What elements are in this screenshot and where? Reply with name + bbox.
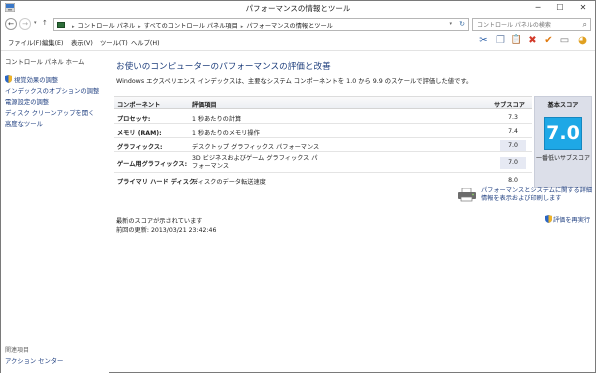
shield-icon <box>5 75 12 83</box>
last-update-text: 前回の更新: 2013/03/21 23:42:46 <box>116 227 217 234</box>
table-row: プライマリ ハード ディスク: ディスクのデータ転送速度 8.0 <box>114 174 532 187</box>
shield-icon <box>545 215 552 223</box>
paste-icon[interactable]: 📋 <box>510 34 523 47</box>
up-button[interactable]: ↑ <box>42 19 48 27</box>
maximize-button[interactable]: ☐ <box>549 1 571 15</box>
table-header: コンポーネント 評価項目 サブスコア <box>114 96 532 109</box>
component-name: グラフィックス: <box>117 144 163 151</box>
base-score-badge: 7.0 <box>544 117 582 150</box>
refresh-icon[interactable]: ↻ <box>459 20 465 28</box>
component-name: ゲーム用グラフィックス: <box>117 161 188 168</box>
printer-icon <box>458 188 476 202</box>
component-name: プロセッサ: <box>117 116 151 123</box>
column-header-rated: 評価項目 <box>192 102 217 109</box>
copy-icon[interactable]: ❐ <box>494 34 507 47</box>
checkmark-icon[interactable]: ✔ <box>542 34 555 47</box>
print-details-link[interactable]: パフォーマンスとシステムに関する詳細情報を表示および印刷します <box>481 187 593 203</box>
sidebar-item-label: 視覚効果の調整 <box>14 77 59 84</box>
breadcrumb: ▸ コントロール パネル ▸ すべてのコントロール パネル項目 ▸ パフォーマンスの情報と… <box>69 21 333 30</box>
address-dropdown-icon[interactable]: ▾ <box>449 21 452 27</box>
subscore-value: 7.0 <box>500 140 526 151</box>
menu-view[interactable]: 表示(V) <box>71 38 93 47</box>
breadcrumb-item[interactable]: すべてのコントロール パネル項目 <box>144 23 238 30</box>
component-name: プライマリ ハード ディスク: <box>117 179 198 186</box>
sidebar-item-power-settings[interactable]: 電源設定の調整 <box>5 97 49 106</box>
search-box[interactable]: ⌕ <box>472 18 591 31</box>
menu-edit[interactable]: 編集(E) <box>42 38 64 47</box>
forward-button[interactable]: → <box>19 18 31 30</box>
sidebar: コントロール パネル ホーム 視覚効果の調整 インデックスのオプションの調整 電… <box>1 51 109 373</box>
sidebar-item-advanced-tools[interactable]: 高度なツール <box>5 119 43 128</box>
table-row: メモリ (RAM): 1 秒あたりのメモリ操作 7.4 <box>114 125 532 138</box>
breadcrumb-separator[interactable]: ▸ <box>138 24 141 30</box>
subscore-value: 7.4 <box>508 128 518 135</box>
window-title: パフォーマンスの情報とツール <box>245 4 351 13</box>
close-button[interactable]: ✕ <box>572 1 594 15</box>
score-table: コンポーネント 評価項目 サブスコア プロセッサ: 1 秒あたりの計算 7.3 … <box>114 96 592 188</box>
menu-file[interactable]: ファイル(F) <box>8 38 42 47</box>
page-description: Windows エクスペリエンス インデックスは、主要なシステム コンポーネント… <box>116 78 473 85</box>
recent-locations-icon[interactable]: ▾ <box>34 20 37 26</box>
sidebar-item-visual-effects[interactable]: 視覚効果の調整 <box>5 75 58 84</box>
control-panel-icon <box>57 22 65 28</box>
navigation-bar: ← → ▾ ↑ ▸ コントロール パネル ▸ すべてのコントロール パネル項目 ▸ パフォ… <box>1 15 595 33</box>
search-icon[interactable]: ⌕ <box>583 20 587 30</box>
breadcrumb-item[interactable]: コントロール パネル <box>78 23 136 30</box>
main-content: お使いのコンピューターのパフォーマンスの評価と改善 Windows エクスペリエ… <box>109 51 595 373</box>
rated-item: ディスクのデータ転送速度 <box>192 179 266 186</box>
rated-item: 1 秒あたりの計算 <box>192 116 242 123</box>
table-row: グラフィックス: デスクトップ グラフィックス パフォーマンス 7.0 <box>114 139 532 152</box>
latest-score-text: 最新のスコアが示されています <box>116 218 203 225</box>
sidebar-item-indexing-options[interactable]: インデックスのオプションの調整 <box>5 86 99 95</box>
column-header-component: コンポーネント <box>117 102 161 109</box>
breadcrumb-item[interactable]: パフォーマンスの情報とツール <box>246 23 333 30</box>
rated-item: 1 秒あたりのメモリ操作 <box>192 130 260 137</box>
table-row: ゲーム用グラフィックス: 3D ビジネスおよびゲーム グラフィックス パフォーマ… <box>114 153 532 173</box>
rated-item: デスクトップ グラフィックス パフォーマンス <box>192 144 320 151</box>
minimize-button[interactable]: ─ <box>527 1 549 15</box>
column-header-subscore: サブスコア <box>494 102 525 109</box>
scissors-icon[interactable]: ✂ <box>477 34 490 47</box>
base-score-panel: 基本スコア 7.0 一番低いサブスコア <box>534 96 592 188</box>
sidebar-home-link[interactable]: コントロール パネル ホーム <box>5 57 84 66</box>
related-heading: 関連項目 <box>5 347 30 354</box>
subscore-value: 8.0 <box>508 177 518 184</box>
menu-tools[interactable]: ツール(T) <box>100 38 128 47</box>
subscore-value: 7.0 <box>500 157 526 169</box>
command-toolbar: ✂ ❐ 📋 ✖ ✔ ▭ ◕ <box>477 34 591 48</box>
component-name: メモリ (RAM): <box>117 130 162 137</box>
delete-icon[interactable]: ✖ <box>526 34 539 47</box>
address-bar[interactable]: ▸ コントロール パネル ▸ すべてのコントロール パネル項目 ▸ パフォーマンスの情報と… <box>53 18 469 31</box>
breadcrumb-separator[interactable]: ▸ <box>72 24 75 30</box>
sidebar-item-action-center[interactable]: アクション センター <box>5 356 63 365</box>
base-score-caption: 一番低いサブスコア <box>535 155 590 162</box>
search-input[interactable] <box>477 20 575 30</box>
menu-help[interactable]: ヘルプ(H) <box>131 38 160 47</box>
column-header-base-score: 基本スコア <box>547 102 579 109</box>
sidebar-item-disk-cleanup[interactable]: ディスク クリーンアップを開く <box>5 108 94 117</box>
title-bar: パフォーマンスの情報とツール ─ ☐ ✕ <box>1 1 595 15</box>
page-title: お使いのコンピューターのパフォーマンスの評価と改善 <box>116 62 331 72</box>
breadcrumb-separator[interactable]: ▸ <box>241 24 244 30</box>
back-button[interactable]: ← <box>5 18 17 30</box>
app-window: パフォーマンスの情報とツール ─ ☐ ✕ ← → ▾ ↑ ▸ コントロール パネル… <box>0 0 596 373</box>
window-icon[interactable]: ▭ <box>558 34 571 47</box>
table-row: プロセッサ: 1 秒あたりの計算 7.3 <box>114 111 532 124</box>
rated-item: 3D ビジネスおよびゲーム グラフィックス パフォーマンス <box>192 155 318 170</box>
help-icon[interactable]: ◕ <box>576 34 589 47</box>
rerun-label: 評価を再実行 <box>553 217 591 224</box>
subscore-value: 7.3 <box>508 114 518 121</box>
rerun-assessment-link[interactable]: 評価を再実行 <box>545 215 590 224</box>
